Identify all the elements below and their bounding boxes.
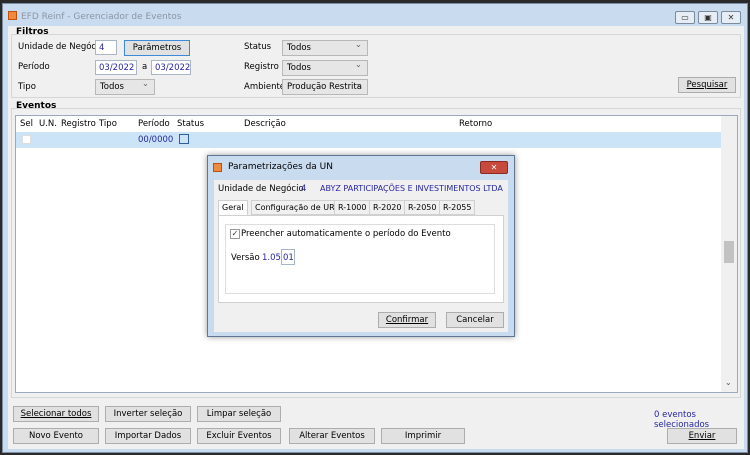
- col-descricao[interactable]: Descrição: [244, 119, 286, 129]
- title-text: EFD Reinf - Gerenciador de Eventos: [21, 12, 182, 22]
- registro-select[interactable]: Todos: [282, 60, 368, 76]
- dialog-body: Unidade de Negócio 4 ABYZ PARTICIPAÇÕES …: [214, 180, 508, 332]
- novo-evento-button[interactable]: Novo Evento: [13, 428, 99, 444]
- dialog-title: Parametrizações da UN: [228, 162, 333, 172]
- alterar-eventos-button[interactable]: Alterar Eventos: [289, 428, 375, 444]
- scroll-down-icon[interactable]: ⌄: [725, 378, 732, 387]
- excluir-eventos-button[interactable]: Excluir Eventos: [197, 428, 281, 444]
- selected-count: 0 eventos selecionados: [654, 410, 710, 430]
- dialog-close-button[interactable]: ✕: [480, 161, 508, 174]
- maximize-button[interactable]: ▣: [698, 11, 718, 24]
- scrollbar-thumb[interactable]: [724, 241, 734, 263]
- col-un[interactable]: U.N.: [39, 119, 57, 129]
- periodo-a-label: a: [142, 62, 148, 72]
- selecionar-todos-button[interactable]: Selecionar todos: [13, 406, 99, 422]
- tab-r2055[interactable]: R-2055: [439, 200, 476, 215]
- tab-configuracao-url[interactable]: Configuração de URL: [251, 200, 344, 215]
- filtros-heading: Filtros: [16, 27, 49, 37]
- enviar-button[interactable]: Enviar: [667, 428, 737, 444]
- window-title: EFD Reinf - Gerenciador de Eventos: [3, 4, 747, 28]
- status-label: Status: [244, 42, 272, 52]
- periodo-ate-input[interactable]: 03/2022: [151, 60, 191, 75]
- vertical-scrollbar[interactable]: ⌄: [721, 116, 737, 392]
- status-icon: [179, 134, 189, 144]
- limpar-selecao-button[interactable]: Limpar seleção: [197, 406, 281, 422]
- dialog-un-label: Unidade de Negócio: [218, 184, 304, 194]
- confirmar-button[interactable]: Confirmar: [378, 312, 436, 328]
- tab-panel-geral: ✓ Preencher automaticamente o período do…: [218, 215, 504, 303]
- col-retorno[interactable]: Retorno: [459, 119, 492, 129]
- tab-r2050[interactable]: R-2050: [404, 200, 441, 215]
- pesquisar-button[interactable]: Pesquisar: [678, 77, 736, 93]
- dialog-app-icon: [213, 163, 222, 172]
- preencher-checkbox[interactable]: ✓: [230, 229, 240, 239]
- table-row[interactable]: 00/0000: [16, 132, 721, 148]
- imprimir-button[interactable]: Imprimir: [381, 428, 465, 444]
- importar-dados-button[interactable]: Importar Dados: [105, 428, 191, 444]
- versao-label: Versão: [231, 253, 260, 263]
- col-registro[interactable]: Registro: [61, 119, 96, 129]
- col-sel[interactable]: Sel: [20, 119, 33, 129]
- row-select-checkbox[interactable]: [22, 135, 31, 144]
- empresa-name: ABYZ PARTICIPAÇÕES E INVESTIMENTOS LTDA: [320, 184, 503, 193]
- parametros-button[interactable]: Parâmetros: [124, 40, 190, 56]
- tab-geral[interactable]: Geral: [218, 200, 248, 216]
- tab-r2020[interactable]: R-2020: [369, 200, 406, 215]
- dialog-un-value: 4: [301, 184, 307, 194]
- row-periodo: 00/0000: [138, 135, 174, 145]
- un-label: Unidade de Negócio: [18, 42, 104, 52]
- versao-value: 1.05: [262, 253, 281, 263]
- inverter-selecao-button[interactable]: Inverter seleção: [105, 406, 191, 422]
- app-icon: [8, 11, 17, 20]
- tipo-label: Tipo: [18, 82, 36, 92]
- ambiente-select[interactable]: Produção Restrita: [282, 79, 368, 95]
- col-tipo[interactable]: Tipo: [99, 119, 117, 129]
- cancelar-button[interactable]: Cancelar: [446, 312, 504, 328]
- minimize-button[interactable]: ▭: [675, 11, 695, 24]
- ambiente-label: Ambiente: [244, 82, 286, 92]
- periodo-label: Período: [18, 62, 50, 72]
- tipo-select[interactable]: Todos: [95, 79, 155, 95]
- registro-label: Registro: [244, 62, 279, 72]
- close-button[interactable]: ✕: [721, 11, 741, 24]
- preencher-label: Preencher automaticamente o período do E…: [241, 229, 451, 239]
- versao-input[interactable]: 01: [281, 249, 295, 265]
- status-select[interactable]: Todos: [282, 40, 368, 56]
- parametrizacoes-dialog: Parametrizações da UN ✕ Unidade de Negóc…: [207, 155, 515, 337]
- col-periodo[interactable]: Período: [138, 119, 170, 129]
- col-status[interactable]: Status: [177, 119, 204, 129]
- periodo-de-input[interactable]: 03/2022: [95, 60, 137, 75]
- tab-r1000[interactable]: R-1000: [334, 200, 371, 215]
- un-input[interactable]: 4: [95, 40, 117, 55]
